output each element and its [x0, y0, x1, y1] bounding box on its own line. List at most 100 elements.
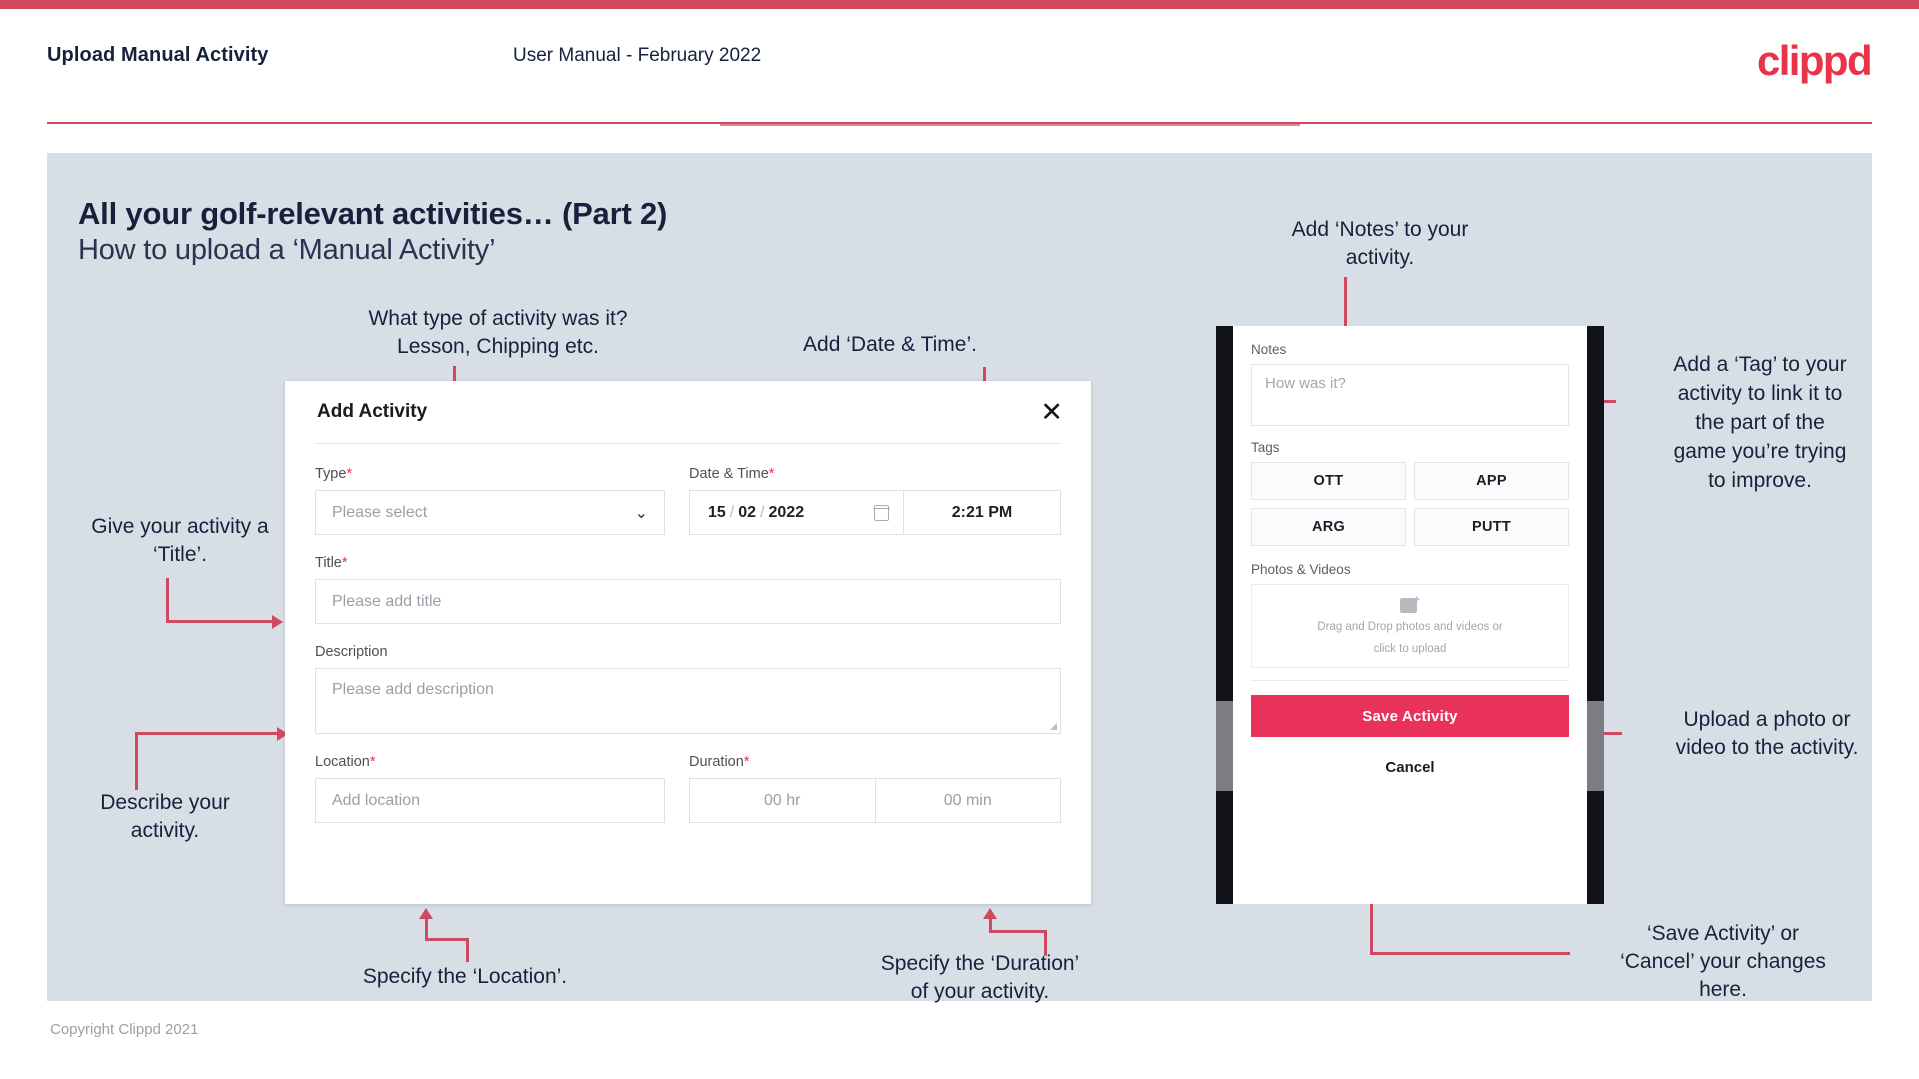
date-sep-1: / — [729, 503, 735, 521]
title-required-marker: * — [341, 555, 348, 571]
annotation-upload: Upload a photo or video to the activity. — [1675, 708, 1859, 759]
location-required-marker: * — [369, 754, 376, 770]
datetime-required-marker: * — [768, 466, 775, 482]
type-select[interactable]: Please select ⌄ — [315, 490, 665, 535]
dropzone-text-line1: Drag and Drop photos and videos or — [1317, 620, 1503, 633]
description-label: Description — [315, 644, 388, 660]
arrow-duration-head — [983, 908, 997, 919]
duration-required-marker: * — [743, 754, 750, 770]
date-day: 15 — [708, 503, 726, 521]
datetime-label: Date & Time* — [689, 466, 1061, 482]
add-activity-dialog: Add Activity ✕ Type* Please select ⌄ Dat… — [285, 381, 1091, 904]
date-value: 15/02/2022 — [708, 504, 804, 522]
arrow-title-v — [166, 578, 169, 622]
top-accent-bar — [0, 0, 1919, 9]
arrow-duration-v2 — [989, 918, 992, 932]
row-type-datetime: Type* Please select ⌄ Date & Time* 15 / … — [315, 466, 1061, 555]
photo-dropzone[interactable]: + Drag and Drop photos and videos or cli… — [1251, 584, 1569, 668]
arrow-title-h — [166, 620, 274, 623]
arrow-location-v2 — [425, 918, 428, 940]
close-icon[interactable]: ✕ — [1040, 398, 1063, 426]
field-type: Type* Please select ⌄ — [315, 466, 665, 535]
field-location: Location* Add location — [315, 754, 665, 823]
field-duration: Duration* 00 hr 00 min — [689, 754, 1061, 823]
dialog-header: Add Activity ✕ — [285, 381, 1091, 443]
annotation-duration: Specify the ‘Duration’ of your activity. — [880, 952, 1080, 1003]
phone-edge-left — [1216, 701, 1233, 791]
annotation-tags: Add a ‘Tag’ to your activity to link it … — [1673, 353, 1847, 492]
description-textarea[interactable]: Please add description — [315, 668, 1061, 734]
title-label-text: Title — [315, 555, 342, 571]
arrow-location-v1 — [466, 938, 469, 962]
duration-group: 00 hr 00 min — [689, 778, 1061, 823]
location-label-text: Location — [315, 754, 370, 770]
arrow-description-v — [135, 732, 138, 790]
arrow-title-head — [272, 615, 283, 629]
datetime-label-text: Date & Time — [689, 466, 769, 482]
arrow-description-h — [135, 732, 280, 735]
location-input[interactable]: Add location — [315, 778, 665, 823]
duration-hours-input[interactable]: 00 hr — [689, 778, 876, 823]
datetime-group: 15/02/2022 2:21 PM — [689, 490, 1061, 535]
annotation-description: Describe your activity. — [100, 791, 230, 842]
arrow-save-h — [1370, 952, 1570, 955]
cancel-button[interactable]: Cancel — [1251, 759, 1569, 776]
tag-button-app[interactable]: APP — [1414, 462, 1569, 500]
phone-edge-right — [1587, 701, 1604, 791]
time-input[interactable]: 2:21 PM — [903, 490, 1061, 535]
tag-button-arg[interactable]: ARG — [1251, 508, 1406, 546]
arrow-duration-h — [989, 930, 1047, 933]
save-activity-button[interactable]: Save Activity — [1251, 695, 1569, 737]
annotation-notes: Add ‘Notes’ to your activity. — [1291, 218, 1469, 269]
field-title: Title* Please add title — [315, 555, 1061, 624]
tags-label: Tags — [1251, 440, 1280, 455]
clippd-logo: clippd — [1756, 37, 1873, 84]
phone-mockup: Notes How was it? Tags OTT APP ARG PUTT … — [1216, 326, 1604, 904]
tag-button-ott[interactable]: OTT — [1251, 462, 1406, 500]
date-year: 2022 — [768, 503, 805, 521]
page-title: Upload Manual Activity — [47, 44, 269, 66]
date-sep-2: / — [760, 503, 765, 521]
tags-grid: OTT APP ARG PUTT — [1251, 462, 1569, 546]
slide-page: Upload Manual Activity User Manual - Feb… — [0, 0, 1919, 1079]
dropzone-text-line2: click to upload — [1373, 642, 1447, 655]
type-required-marker: * — [346, 466, 353, 482]
header-subtitle: User Manual - February 2022 — [513, 45, 762, 66]
add-image-icon-plus: + — [1413, 593, 1420, 606]
arrow-location-head — [419, 908, 433, 919]
arrow-notes-v1 — [1344, 277, 1347, 332]
copyright-text: Copyright Clippd 2021 — [50, 1021, 199, 1038]
field-datetime: Date & Time* 15/02/2022 2:21 PM — [689, 466, 1061, 535]
annotation-location: Specify the ‘Location’. — [362, 965, 568, 988]
annotation-type: What type of activity was it? Lesson, Ch… — [368, 307, 628, 358]
title-label: Title* — [315, 555, 1061, 571]
arrow-location-h — [425, 938, 469, 941]
date-input[interactable]: 15/02/2022 — [689, 490, 903, 535]
dialog-body: Type* Please select ⌄ Date & Time* 15 / … — [285, 444, 1091, 843]
annotation-datetime: Add ‘Date & Time’. — [803, 333, 977, 356]
field-description: Description Please add description — [315, 644, 1061, 734]
location-label: Location* — [315, 754, 665, 770]
type-label-text: Type — [315, 466, 347, 482]
phone-screen: Notes How was it? Tags OTT APP ARG PUTT … — [1233, 326, 1587, 904]
type-label: Type* — [315, 466, 665, 482]
notes-label: Notes — [1251, 342, 1287, 357]
calendar-icon[interactable] — [873, 504, 890, 521]
duration-minutes-input[interactable]: 00 min — [875, 778, 1061, 823]
row-location-duration: Location* Add location Duration* 00 hr 0… — [315, 754, 1061, 843]
slide-subtitle: How to upload a ‘Manual Activity’ — [78, 234, 496, 266]
notes-textarea[interactable]: How was it? — [1251, 364, 1569, 426]
type-placeholder: Please select — [332, 503, 428, 521]
annotation-title: Give your activity a ‘Title’. — [91, 515, 269, 566]
slide-title: All your golf-relevant activities… (Part… — [78, 196, 668, 231]
tag-button-putt[interactable]: PUTT — [1414, 508, 1569, 546]
title-input[interactable]: Please add title — [315, 579, 1061, 624]
arrow-duration-v1 — [1044, 930, 1047, 956]
add-image-icon: + — [1400, 593, 1420, 613]
photos-label: Photos & Videos — [1251, 562, 1351, 577]
dialog-title: Add Activity — [317, 401, 428, 422]
header-divider-secondary — [720, 124, 1300, 126]
date-month: 02 — [738, 503, 757, 521]
phone-divider — [1251, 680, 1569, 681]
annotation-save: ‘Save Activity’ or ‘Cancel’ your changes… — [1620, 922, 1826, 1001]
